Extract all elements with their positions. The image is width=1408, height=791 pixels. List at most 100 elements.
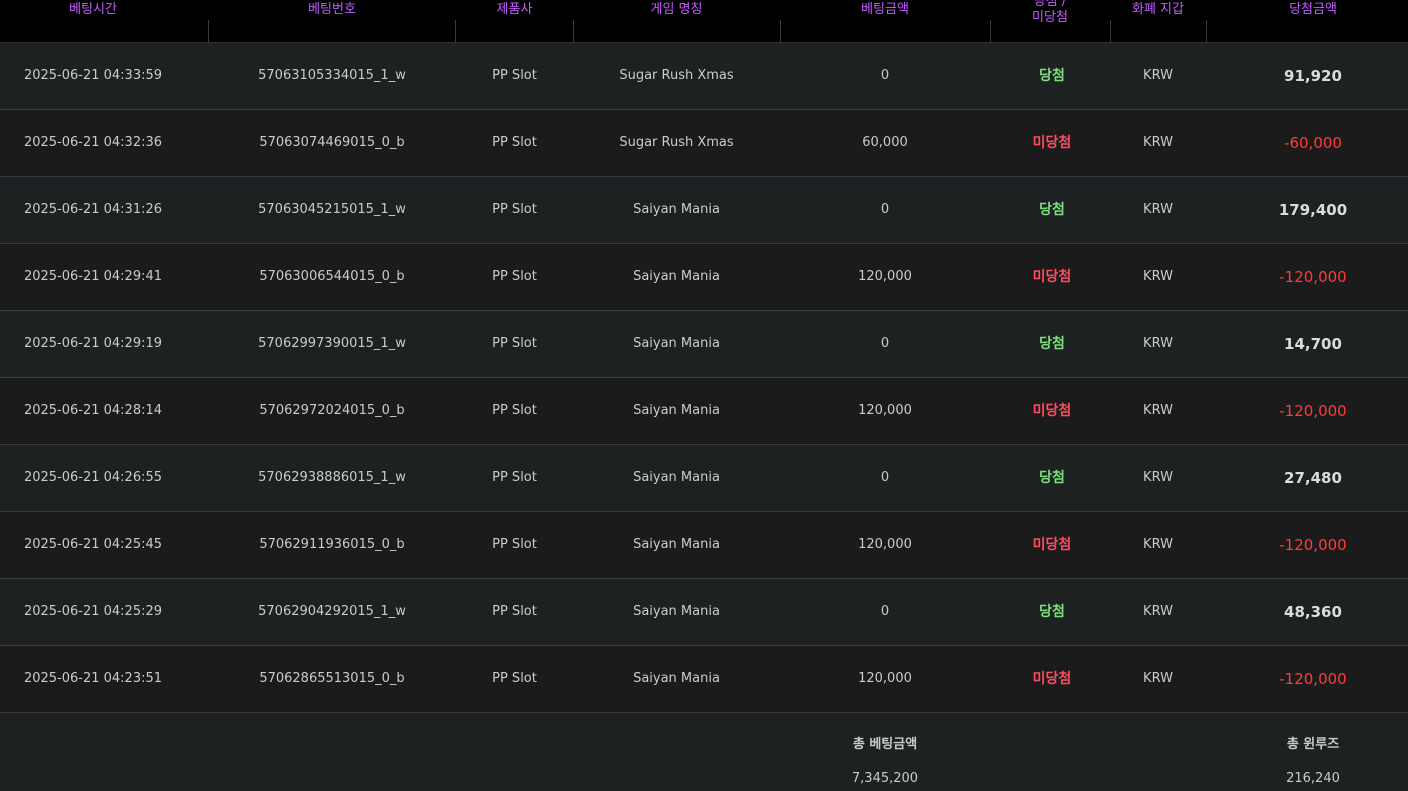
result-cell: 미당첨 [1032, 269, 1072, 285]
bet-id-cell: 57063105334015_1_w [258, 68, 406, 83]
bet-amount-cell: 0 [880, 336, 890, 351]
table-row[interactable]: 2025-06-21 04:29:41 57063006544015_0_b PP … [0, 244, 1408, 311]
result-cell: 미당첨 [1032, 135, 1072, 151]
result-cell: 당첨 [1039, 604, 1065, 620]
betting-history-page: 베팅시간 베팅번호 제품사 게임 명칭 베팅금액 당첨 / 미당첨 화폐 지갑 … [0, 0, 1408, 791]
result-cell: 미당첨 [1032, 537, 1072, 553]
header-divider [455, 20, 456, 42]
bet-amount-cell: 60,000 [862, 135, 908, 150]
provider-cell: PP Slot [492, 537, 537, 552]
bet-time-cell: 2025-06-21 04:29:19 [23, 336, 163, 351]
provider-cell: PP Slot [492, 68, 537, 83]
col-header-bet-time[interactable]: 베팅시간 [0, 0, 186, 42]
table-row[interactable]: 2025-06-21 04:33:59 57063105334015_1_w PP … [0, 43, 1408, 110]
currency-cell: KRW [1143, 135, 1173, 150]
win-amount-cell: 27,480 [1284, 469, 1342, 487]
currency-cell: KRW [1143, 403, 1173, 418]
table-row[interactable]: 2025-06-21 04:25:29 57062904292015_1_w PP … [0, 579, 1408, 646]
currency-cell: KRW [1143, 68, 1173, 83]
win-amount-cell: 14,700 [1284, 335, 1342, 353]
header-divider [208, 20, 209, 42]
col-header-currency[interactable]: 화폐 지갑 [1110, 0, 1206, 42]
game-name-cell: Saiyan Mania [633, 269, 720, 284]
game-name-cell: Saiyan Mania [633, 336, 720, 351]
currency-cell: KRW [1143, 336, 1173, 351]
col-header-game-name[interactable]: 게임 명칭 [573, 0, 780, 42]
bet-amount-cell: 0 [880, 604, 890, 619]
currency-cell: KRW [1143, 470, 1173, 485]
table-row[interactable]: 2025-06-21 04:32:36 57063074469015_0_b PP … [0, 110, 1408, 177]
header-divider [573, 20, 574, 42]
col-header-bet-id[interactable]: 베팅번호 [208, 0, 456, 42]
win-amount-cell: 91,920 [1284, 67, 1342, 85]
currency-cell: KRW [1143, 537, 1173, 552]
bet-time-cell: 2025-06-21 04:25:45 [23, 537, 163, 552]
provider-cell: PP Slot [492, 269, 537, 284]
bet-time-cell: 2025-06-21 04:33:59 [23, 68, 163, 83]
bet-amount-cell: 0 [880, 470, 890, 485]
bet-time-cell: 2025-06-21 04:25:29 [23, 604, 163, 619]
table-row[interactable]: 2025-06-21 04:23:51 57062865513015_0_b PP … [0, 646, 1408, 713]
currency-cell: KRW [1143, 202, 1173, 217]
table-row[interactable]: 2025-06-21 04:28:14 57062972024015_0_b PP … [0, 378, 1408, 445]
bet-id-cell: 57062911936015_0_b [259, 537, 405, 552]
provider-cell: PP Slot [492, 202, 537, 217]
header-divider [780, 20, 781, 42]
table-row[interactable]: 2025-06-21 04:26:55 57062938886015_1_w PP … [0, 445, 1408, 512]
bet-time-cell: 2025-06-21 04:29:41 [23, 269, 163, 284]
win-amount-cell: -120,000 [1279, 402, 1347, 420]
provider-cell: PP Slot [492, 470, 537, 485]
bet-time-cell: 2025-06-21 04:31:26 [23, 202, 163, 217]
game-name-cell: Saiyan Mania [633, 470, 720, 485]
game-name-cell: Saiyan Mania [633, 202, 720, 217]
table-row[interactable]: 2025-06-21 04:25:45 57062911936015_0_b PP … [0, 512, 1408, 579]
bet-id-cell: 57063006544015_0_b [259, 269, 405, 284]
bet-time-cell: 2025-06-21 04:26:55 [23, 470, 163, 485]
result-cell: 당첨 [1039, 68, 1065, 84]
col-header-bet-amount[interactable]: 베팅금액 [780, 0, 990, 42]
provider-cell: PP Slot [492, 604, 537, 619]
total-win-label: 총 윈루즈 [1286, 737, 1340, 752]
bet-id-cell: 57062997390015_1_w [258, 336, 406, 351]
bet-id-cell: 57063074469015_0_b [259, 135, 405, 150]
bet-id-cell: 57062972024015_0_b [259, 403, 405, 418]
bet-amount-cell: 120,000 [858, 403, 912, 418]
header-divider [990, 20, 991, 42]
result-cell: 당첨 [1039, 202, 1065, 218]
col-header-result-top: 당첨 / [1033, 0, 1067, 9]
result-cell: 미당첨 [1032, 671, 1072, 687]
win-amount-cell: 48,360 [1284, 603, 1342, 621]
col-header-provider[interactable]: 제품사 [456, 0, 573, 42]
bet-amount-cell: 120,000 [858, 671, 912, 686]
currency-cell: KRW [1143, 269, 1173, 284]
result-cell: 당첨 [1039, 336, 1065, 352]
bet-id-cell: 57062938886015_1_w [258, 470, 406, 485]
table-footer-summary: 총 베팅금액 7,345,200 총 윈루즈 216,240 [0, 713, 1408, 791]
bet-time-cell: 2025-06-21 04:23:51 [23, 671, 163, 686]
total-bet-value: 7,345,200 [851, 771, 919, 786]
col-header-result-bottom: 미당첨 [1032, 10, 1068, 25]
win-amount-cell: -120,000 [1279, 536, 1347, 554]
win-amount-cell: -60,000 [1284, 134, 1342, 152]
game-name-cell: Saiyan Mania [633, 604, 720, 619]
currency-cell: KRW [1143, 671, 1173, 686]
table-row[interactable]: 2025-06-21 04:29:19 57062997390015_1_w PP … [0, 311, 1408, 378]
col-header-win-amount[interactable]: 당첨금액 [1206, 0, 1408, 42]
win-amount-cell: -120,000 [1279, 268, 1347, 286]
bet-time-cell: 2025-06-21 04:32:36 [23, 135, 163, 150]
game-name-cell: Sugar Rush Xmas [619, 135, 734, 150]
bet-amount-cell: 120,000 [858, 269, 912, 284]
bet-amount-cell: 0 [880, 202, 890, 217]
game-name-cell: Saiyan Mania [633, 403, 720, 418]
table-header: 베팅시간 베팅번호 제품사 게임 명칭 베팅금액 당첨 / 미당첨 화폐 지갑 … [0, 0, 1408, 43]
provider-cell: PP Slot [492, 135, 537, 150]
win-amount-cell: -120,000 [1279, 670, 1347, 688]
header-divider [1110, 20, 1111, 42]
col-header-result[interactable]: 당첨 / 미당첨 [990, 0, 1110, 42]
table-row[interactable]: 2025-06-21 04:31:26 57063045215015_1_w PP … [0, 177, 1408, 244]
bet-id-cell: 57062865513015_0_b [259, 671, 405, 686]
currency-cell: KRW [1143, 604, 1173, 619]
bet-amount-cell: 120,000 [858, 537, 912, 552]
provider-cell: PP Slot [492, 403, 537, 418]
provider-cell: PP Slot [492, 336, 537, 351]
